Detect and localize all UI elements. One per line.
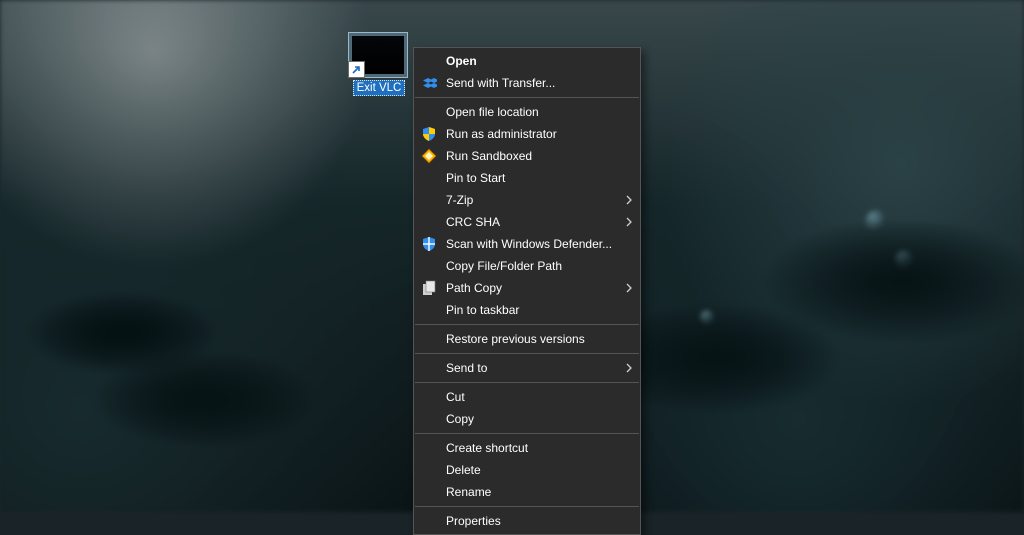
desktop-shortcut-exit-vlc[interactable]: Exit VLC bbox=[348, 32, 410, 96]
context-menu-item-open-file-location[interactable]: Open file location bbox=[414, 101, 640, 123]
context-menu-separator bbox=[415, 433, 639, 434]
context-menu-separator bbox=[415, 97, 639, 98]
context-menu-item-delete[interactable]: Delete bbox=[414, 459, 640, 481]
context-menu-separator bbox=[415, 353, 639, 354]
context-menu-item-label: Path Copy bbox=[446, 281, 502, 295]
context-menu-item-copy[interactable]: Copy bbox=[414, 408, 640, 430]
context-menu-item-create-shortcut[interactable]: Create shortcut bbox=[414, 437, 640, 459]
context-menu-item-send-to[interactable]: Send to bbox=[414, 357, 640, 379]
context-menu-item-cut[interactable]: Cut bbox=[414, 386, 640, 408]
context-menu-item-label: Scan with Windows Defender... bbox=[446, 237, 612, 251]
context-menu-item-run-as-administrator[interactable]: Run as administrator bbox=[414, 123, 640, 145]
context-menu-separator bbox=[415, 324, 639, 325]
chevron-right-icon bbox=[626, 357, 632, 379]
context-menu-item-label: Open file location bbox=[446, 105, 539, 119]
context-menu-item-label: Restore previous versions bbox=[446, 332, 585, 346]
context-menu-item-label: Copy File/Folder Path bbox=[446, 259, 562, 273]
defender-shield-icon bbox=[421, 236, 437, 252]
context-menu-item-label: Copy bbox=[446, 412, 474, 426]
context-menu-item-label: Pin to taskbar bbox=[446, 303, 519, 317]
context-menu-item-label: Create shortcut bbox=[446, 441, 528, 455]
context-menu-item-properties[interactable]: Properties bbox=[414, 510, 640, 532]
context-menu-item-crc-sha[interactable]: CRC SHA bbox=[414, 211, 640, 233]
context-menu-item-label: Delete bbox=[446, 463, 481, 477]
uac-shield-icon bbox=[421, 126, 437, 142]
context-menu-item-restore-previous-versions[interactable]: Restore previous versions bbox=[414, 328, 640, 350]
context-menu-item-label: Run Sandboxed bbox=[446, 149, 532, 163]
shortcut-thumbnail bbox=[348, 32, 408, 78]
context-menu-item-label: Properties bbox=[446, 514, 501, 528]
copy-icon bbox=[421, 280, 437, 296]
context-menu-item-path-copy[interactable]: Path Copy bbox=[414, 277, 640, 299]
context-menu-item-label: CRC SHA bbox=[446, 215, 500, 229]
chevron-right-icon bbox=[626, 189, 632, 211]
context-menu-item-label: 7-Zip bbox=[446, 193, 473, 207]
context-menu-item-label: Send with Transfer... bbox=[446, 76, 555, 90]
context-menu-item-label: Pin to Start bbox=[446, 171, 505, 185]
context-menu-item-rename[interactable]: Rename bbox=[414, 481, 640, 503]
context-menu-item-label: Rename bbox=[446, 485, 491, 499]
context-menu-item-pin-to-start[interactable]: Pin to Start bbox=[414, 167, 640, 189]
context-menu-item-scan-with-windows-defender[interactable]: Scan with Windows Defender... bbox=[414, 233, 640, 255]
shortcut-label: Exit VLC bbox=[353, 80, 406, 96]
context-menu-item-label: Run as administrator bbox=[446, 127, 557, 141]
dropbox-icon bbox=[421, 75, 437, 91]
sandbox-diamond-icon bbox=[421, 148, 437, 164]
context-menu-item-open[interactable]: Open bbox=[414, 50, 640, 72]
context-menu-item-send-with-transfer[interactable]: Send with Transfer... bbox=[414, 72, 640, 94]
context-menu-item-7-zip[interactable]: 7-Zip bbox=[414, 189, 640, 211]
context-menu-separator bbox=[415, 506, 639, 507]
chevron-right-icon bbox=[626, 211, 632, 233]
chevron-right-icon bbox=[626, 277, 632, 299]
context-menu-item-label: Open bbox=[446, 54, 477, 68]
context-menu-item-label: Cut bbox=[446, 390, 465, 404]
context-menu-item-label: Send to bbox=[446, 361, 487, 375]
context-menu-item-run-sandboxed[interactable]: Run Sandboxed bbox=[414, 145, 640, 167]
context-menu-separator bbox=[415, 382, 639, 383]
context-menu-item-pin-to-taskbar[interactable]: Pin to taskbar bbox=[414, 299, 640, 321]
context-menu: Open Send with Transfer... Open file locat… bbox=[413, 47, 641, 535]
context-menu-item-copy-file-folder-path[interactable]: Copy File/Folder Path bbox=[414, 255, 640, 277]
shortcut-overlay-arrow-icon bbox=[348, 61, 365, 78]
